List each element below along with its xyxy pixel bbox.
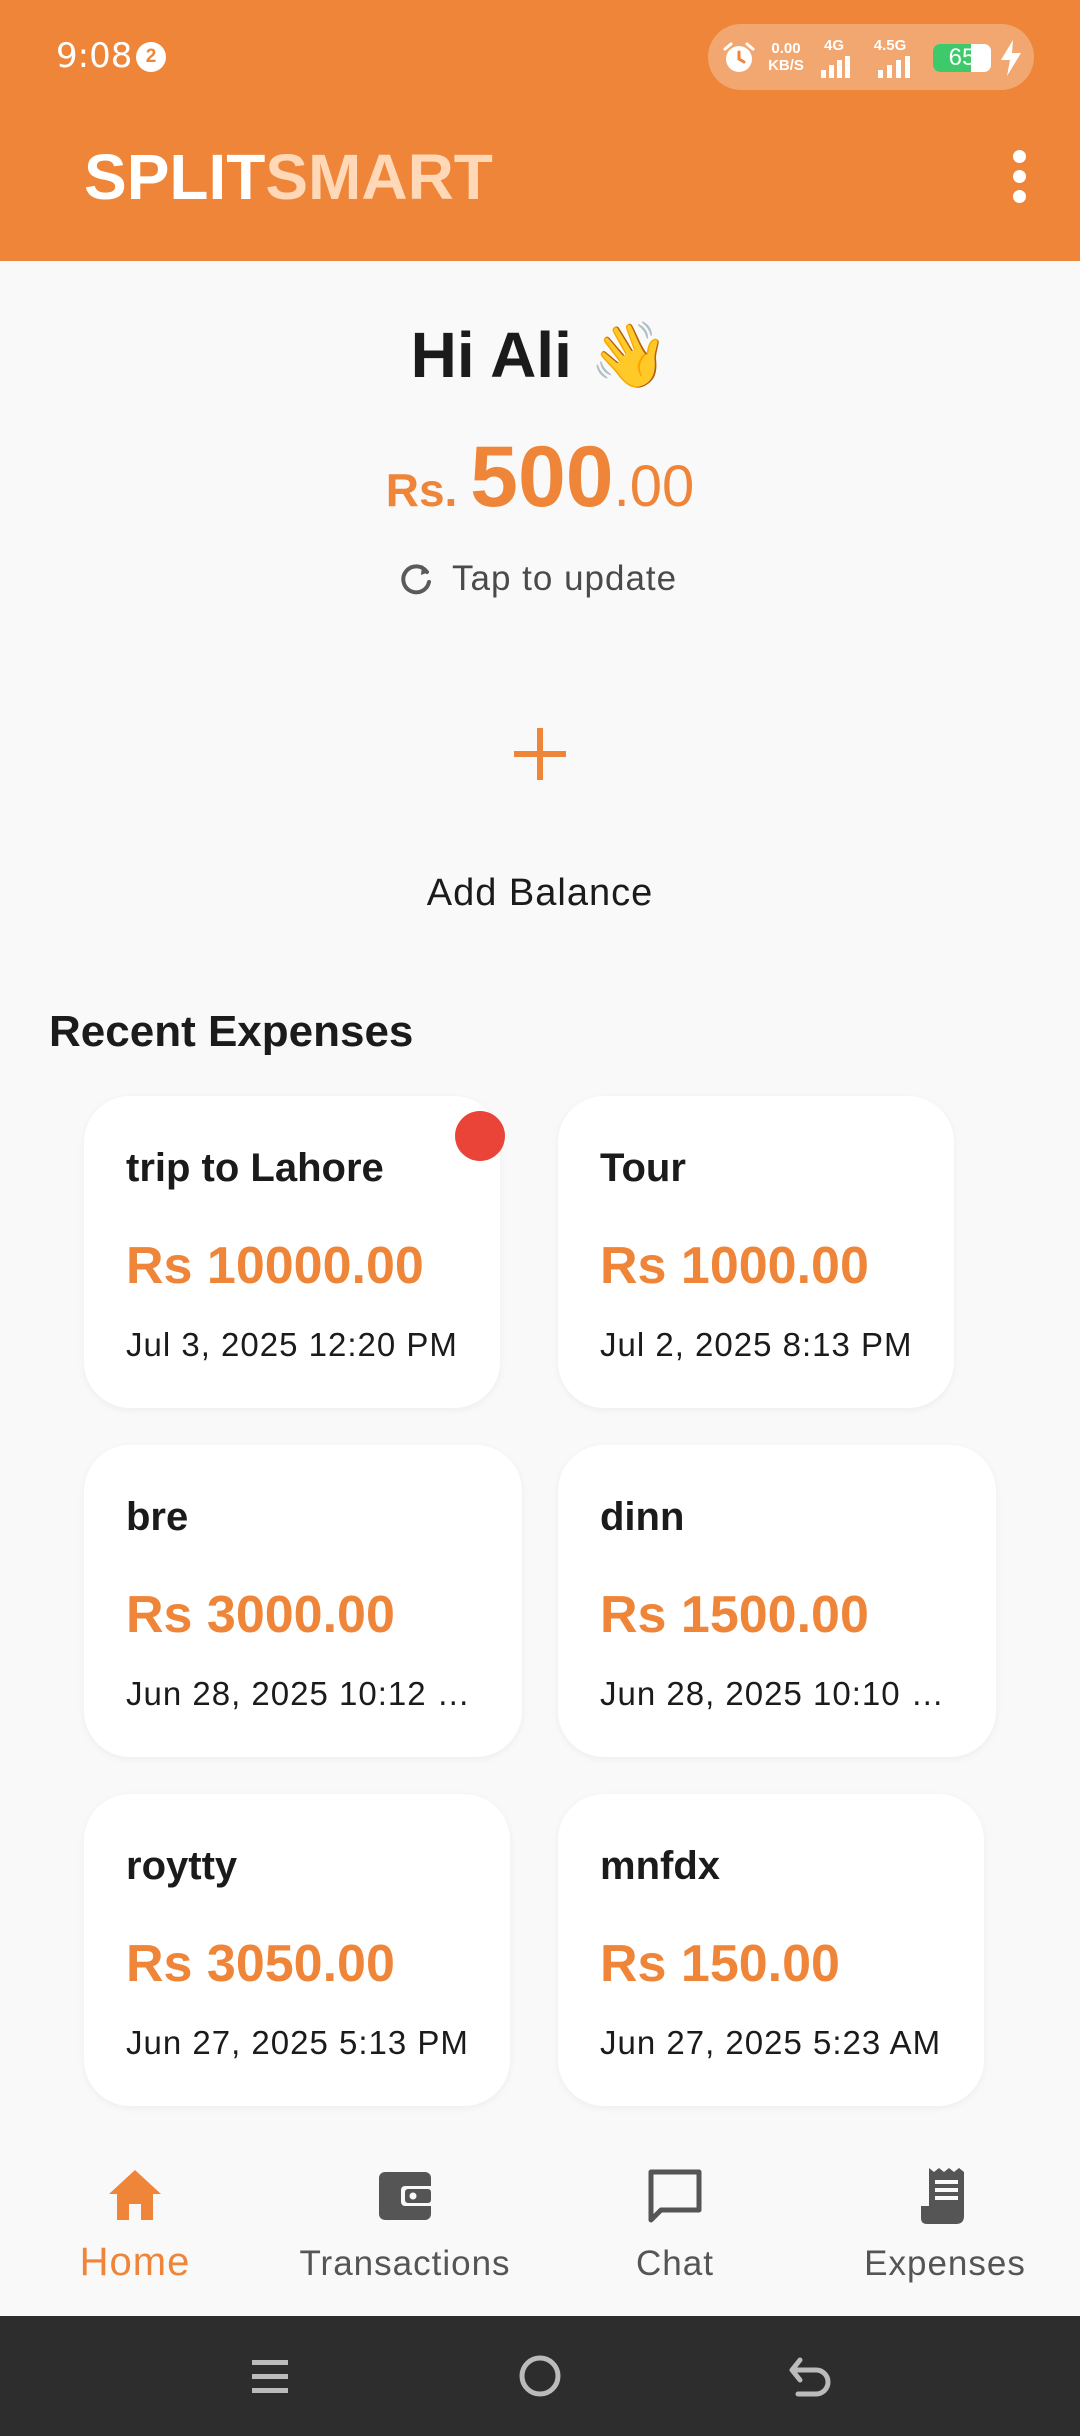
status-time: 9:08 [56, 36, 133, 76]
recent-apps-button[interactable] [244, 2350, 296, 2402]
expense-amount: Rs 1500.00 [600, 1586, 869, 1644]
status-icons: 0.00 KB/S 4G 4.5G 65 [708, 24, 1034, 90]
nav-chat-label: Chat [636, 2244, 714, 2283]
expense-amount: Rs 10000.00 [126, 1237, 424, 1295]
expense-card[interactable]: mnfdx Rs 150.00 Jun 27, 2025 5:23 AM [558, 1794, 984, 2106]
expense-card[interactable]: roytty Rs 3050.00 Jun 27, 2025 5:13 PM [84, 1794, 510, 2106]
app-header: 9:08 2 0.00 KB/S 4G 4.5G 65 SPLITSMART [0, 0, 1080, 261]
expense-name: Tour [600, 1146, 686, 1190]
expense-name: roytty [126, 1844, 238, 1888]
expense-card[interactable]: dinn Rs 1500.00 Jun 28, 2025 10:10 … [558, 1445, 996, 1757]
battery-icon: 65 [933, 44, 991, 72]
expense-amount: Rs 150.00 [600, 1935, 840, 1993]
add-balance-label[interactable]: Add Balance [0, 872, 1080, 915]
expense-date: Jun 28, 2025 10:10 … [600, 1675, 945, 1712]
more-options-button[interactable] [1004, 150, 1036, 204]
chat-icon [648, 2169, 702, 2223]
expense-name: bre [126, 1495, 189, 1539]
unread-indicator [455, 1111, 505, 1161]
signal-icon [821, 56, 850, 78]
back-button[interactable] [784, 2350, 836, 2402]
expense-date: Jun 27, 2025 5:13 PM [126, 2024, 469, 2061]
brand-part-2: SMART [265, 141, 493, 213]
expense-card[interactable]: trip to Lahore Rs 10000.00 Jul 3, 2025 1… [84, 1096, 505, 1408]
nav-home-label: Home [79, 2240, 191, 2284]
network-type-1: 4G [823, 37, 844, 54]
home-icon [109, 2170, 161, 2220]
net-speed-value: 0.00 [771, 40, 801, 57]
brand-part-1: SPLIT [84, 141, 266, 213]
expense-name: dinn [600, 1495, 685, 1539]
add-balance-button[interactable] [512, 726, 568, 782]
balance-integer: 500 [470, 429, 614, 525]
expense-card[interactable]: Tour Rs 1000.00 Jul 2, 2025 8:13 PM [558, 1096, 954, 1408]
net-speed-unit: KB/S [768, 57, 804, 74]
nav-transactions[interactable]: Transactions [270, 2140, 540, 2316]
network-type-2: 4.5G [873, 37, 907, 54]
more-vert-dot [1013, 190, 1026, 203]
balance-decimal: .00 [613, 454, 695, 519]
alarm-icon [723, 42, 755, 72]
receipt-icon [921, 2168, 964, 2224]
bottom-navigation: Home Transactions Chat Expenses [0, 2140, 1080, 2316]
system-navigation-bar [0, 2316, 1080, 2436]
more-vert-dot [1013, 170, 1026, 183]
expense-name: mnfdx [600, 1844, 720, 1888]
plus-icon-bar [514, 751, 566, 757]
expense-date: Jul 3, 2025 12:20 PM [126, 1326, 458, 1363]
nav-expenses[interactable]: Expenses [810, 2140, 1080, 2316]
balance-display: Rs. 500.00 [0, 428, 1080, 527]
expense-amount: Rs 3050.00 [126, 1935, 395, 1993]
wallet-icon [379, 2172, 435, 2220]
charging-icon [1001, 40, 1021, 76]
home-system-button[interactable] [514, 2350, 566, 2402]
tap-to-update-label: Tap to update [452, 559, 678, 598]
signal-icon-2 [878, 56, 910, 78]
more-vert-icon [1013, 150, 1026, 163]
nav-chat[interactable]: Chat [540, 2140, 810, 2316]
balance-currency: Rs. [385, 464, 471, 516]
battery-level-text: 65 [948, 44, 976, 71]
app-logo: SPLITSMART [84, 140, 493, 214]
expense-date: Jun 27, 2025 5:23 AM [600, 2024, 942, 2061]
expense-name: trip to Lahore [126, 1146, 384, 1190]
refresh-icon [401, 564, 431, 595]
nav-transactions-label: Transactions [299, 2244, 511, 2283]
expense-amount: Rs 3000.00 [126, 1586, 395, 1644]
expense-date: Jul 2, 2025 8:13 PM [600, 1326, 913, 1363]
notification-count-badge: 2 [136, 42, 166, 72]
recent-expenses-title: Recent Expenses [49, 1007, 414, 1056]
greeting-text: Hi Ali 👋 [410, 319, 670, 391]
expense-date: Jun 28, 2025 10:12 … [126, 1675, 471, 1712]
expense-card[interactable]: bre Rs 3000.00 Jun 28, 2025 10:12 … [84, 1445, 522, 1757]
nav-home[interactable]: Home [0, 2140, 270, 2316]
nav-expenses-label: Expenses [864, 2244, 1026, 2283]
expense-amount: Rs 1000.00 [600, 1237, 869, 1295]
